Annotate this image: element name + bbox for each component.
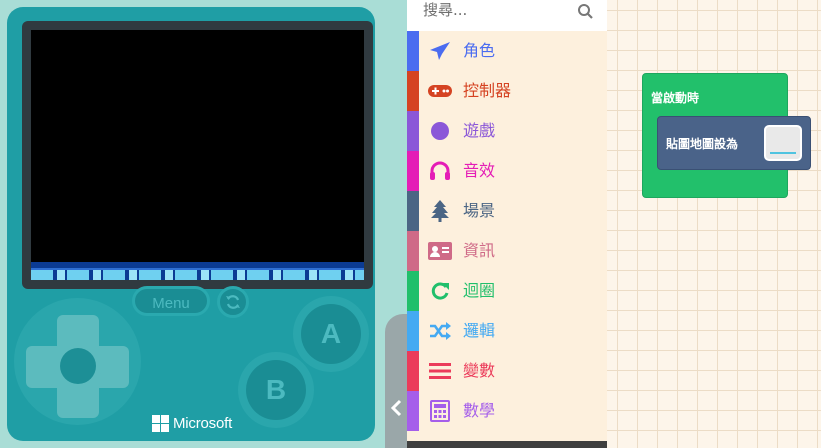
category-loops[interactable]: 迴圈: [407, 271, 607, 311]
category-info[interactable]: 資訊: [407, 231, 607, 271]
on-start-label: 當啟動時: [651, 91, 700, 105]
list-icon: [428, 359, 452, 383]
category-label: 數學: [463, 401, 496, 420]
paper-plane-icon: [428, 39, 452, 63]
refresh-icon: [428, 279, 452, 303]
category-math[interactable]: 數學: [407, 391, 607, 431]
toolbox: 角色 控制器 遊戲: [407, 0, 607, 448]
tilemap-picker[interactable]: [764, 125, 802, 161]
gamepad-icon: [428, 79, 452, 103]
category-list: 角色 控制器 遊戲 音效 場景 資訊 迴圈 邏輯 變數 數學: [407, 31, 607, 431]
refresh-icon: [226, 295, 240, 309]
game-screen[interactable]: [31, 30, 364, 280]
category-label: 角色: [463, 41, 496, 60]
tilemap-floor: [31, 262, 364, 280]
category-game[interactable]: 遊戲: [407, 111, 607, 151]
set-tilemap-block[interactable]: 貼圖地圖設為: [657, 116, 811, 170]
blocks-workspace[interactable]: 當啟動時 貼圖地圖設為: [607, 0, 821, 448]
category-scene[interactable]: 場景: [407, 191, 607, 231]
category-label: 迴圈: [463, 281, 496, 300]
category-logic[interactable]: 邏輯: [407, 311, 607, 351]
dpad-center: [60, 348, 96, 384]
category-label: 邏輯: [463, 321, 496, 340]
category-sprites[interactable]: 角色: [407, 31, 607, 71]
category-label: 音效: [463, 161, 496, 180]
circle-icon: [428, 119, 452, 143]
b-button[interactable]: B: [246, 360, 306, 420]
category-variables[interactable]: 變數: [407, 351, 607, 391]
category-music[interactable]: 音效: [407, 151, 607, 191]
chevron-left-icon: [390, 399, 402, 417]
brand-name: Microsoft: [173, 414, 233, 432]
id-card-icon: [428, 239, 452, 263]
a-button[interactable]: A: [301, 304, 361, 364]
toolbox-search: [407, 0, 607, 31]
set-tilemap-label: 貼圖地圖設為: [666, 137, 739, 151]
search-input[interactable]: [423, 0, 573, 21]
restart-button[interactable]: [217, 286, 249, 318]
category-label: 場景: [463, 201, 496, 220]
simulator-pane: Menu A B Microsoft: [0, 0, 387, 448]
screen-bezel: [22, 21, 373, 289]
category-label: 資訊: [463, 241, 496, 260]
menu-button[interactable]: Menu: [132, 286, 210, 316]
category-label: 控制器: [463, 81, 512, 100]
category-label: 遊戲: [463, 121, 496, 140]
collapse-simulator-button[interactable]: [385, 314, 409, 448]
tree-icon: [428, 199, 452, 223]
headphones-icon: [428, 159, 452, 183]
microsoft-logo-icon: [152, 414, 169, 432]
shuffle-icon: [428, 319, 452, 343]
category-label: 變數: [463, 361, 496, 380]
search-icon[interactable]: [577, 3, 594, 20]
calculator-icon: [428, 399, 452, 423]
category-controller[interactable]: 控制器: [407, 71, 607, 111]
game-console: Menu A B Microsoft: [7, 7, 375, 441]
brand-logo: Microsoft: [152, 414, 232, 432]
